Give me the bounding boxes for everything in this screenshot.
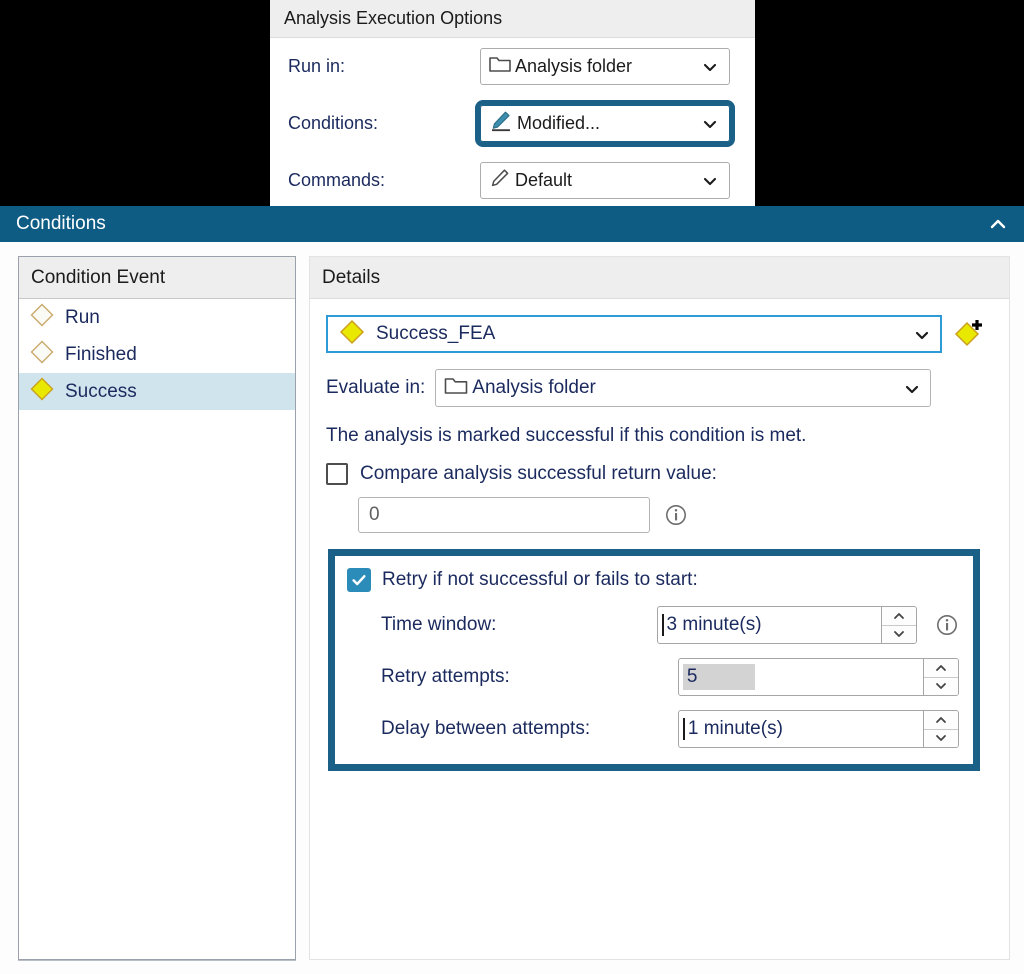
pencil-solid-icon <box>489 110 513 137</box>
retry-header-row: Retry if not successful or fails to star… <box>347 568 959 592</box>
chevron-up-icon[interactable] <box>924 711 958 729</box>
chevron-up-icon[interactable] <box>986 212 1010 236</box>
folder-icon <box>444 376 468 401</box>
chevron-down-icon[interactable] <box>703 60 717 74</box>
spinner-delay-between-attempts[interactable]: 1 minute(s) <box>677 710 959 748</box>
condition-description: The analysis is marked successful if thi… <box>326 425 807 446</box>
row-commands: Commands: Default <box>270 152 755 208</box>
diamond-yellow-icon <box>29 376 55 408</box>
label-conditions: Conditions: <box>288 113 379 133</box>
retry-label: Retry if not successful or fails to star… <box>382 569 698 590</box>
chevron-down-icon[interactable] <box>924 728 958 747</box>
label-run-in: Run in: <box>288 56 346 76</box>
list-item-label: Success <box>65 381 137 402</box>
row-delay-between-attempts: Delay between attempts: 1 minute(s) <box>347 710 959 748</box>
screenshot-root: Analysis Execution Options Run in: Analy… <box>0 0 1024 974</box>
chevron-down-icon[interactable] <box>703 117 717 131</box>
info-icon[interactable] <box>935 613 959 637</box>
return-value-row: 0 <box>326 497 991 533</box>
diamond-empty-icon <box>29 339 55 371</box>
row-conditions: Conditions: Modified... <box>270 95 755 152</box>
details-body: Success_FEA Evaluate in: Analysis folder… <box>310 299 1009 771</box>
compare-return-value-row: Compare analysis successful return value… <box>326 463 991 485</box>
list-item-label: Finished <box>65 344 137 365</box>
condition-select[interactable]: Success_FEA <box>326 315 942 353</box>
row-time-window: Time window: 3 minute(s) <box>347 606 959 644</box>
label-commands: Commands: <box>288 170 386 190</box>
diamond-empty-icon <box>29 302 55 334</box>
conditions-title: Conditions <box>16 213 106 234</box>
spinner-retry-attempts-value-wrap[interactable]: 5 <box>679 659 923 695</box>
spinner-time-window-value-wrap[interactable]: 3 minute(s) <box>658 607 881 643</box>
chevron-up-icon[interactable] <box>882 607 916 625</box>
text-caret <box>682 718 685 740</box>
spinner-time-window-value: 3 minute(s) <box>666 614 762 635</box>
row-run-in: Run in: Analysis folder <box>270 38 755 95</box>
compare-return-value-label: Compare analysis successful return value… <box>360 463 717 484</box>
return-value-input[interactable]: 0 <box>358 497 650 533</box>
condition-select-row: Success_FEA <box>326 315 991 353</box>
spinner-retry-attempts[interactable]: 5 <box>677 658 959 696</box>
spinner-retry-attempts-value: 5 <box>682 664 756 690</box>
combo-conditions-value: Modified... <box>517 113 601 133</box>
spinner-buttons <box>881 607 916 643</box>
list-item-run[interactable]: Run <box>19 299 295 336</box>
chevron-up-icon[interactable] <box>924 659 958 677</box>
diamond-yellow-icon <box>338 318 366 351</box>
spinner-buttons <box>923 659 958 695</box>
text-caret <box>661 614 664 636</box>
label-delay-between-attempts: Delay between attempts: <box>381 718 591 739</box>
condition-event-list: Condition Event Run Finished Success <box>18 256 296 960</box>
chevron-down-icon[interactable] <box>703 174 717 188</box>
analysis-execution-options-panel: Analysis Execution Options Run in: Analy… <box>270 0 755 208</box>
combo-conditions[interactable]: Modified... <box>475 100 735 147</box>
combo-run-in[interactable]: Analysis folder <box>480 48 730 85</box>
analysis-execution-options-header: Analysis Execution Options <box>270 0 755 38</box>
label-retry-attempts: Retry attempts: <box>381 666 510 687</box>
add-diamond-icon[interactable] <box>952 317 986 351</box>
condition-select-value: Success_FEA <box>376 323 496 344</box>
label-time-window: Time window: <box>381 614 497 635</box>
pencil-outline-icon <box>489 168 511 193</box>
list-item-success[interactable]: Success <box>19 373 295 410</box>
conditions-window: Conditions Condition Event Run Finished … <box>0 206 1024 974</box>
conditions-titlebar: Conditions <box>0 206 1024 242</box>
evaluate-in-label: Evaluate in: <box>326 377 426 398</box>
details-panel: Details Success_FEA Evaluate in: Analysi… <box>309 256 1010 960</box>
folder-icon <box>489 55 511 78</box>
combo-run-in-value: Analysis folder <box>515 56 633 76</box>
evaluate-in-row: Evaluate in: Analysis folder <box>326 369 991 407</box>
evaluate-in-combo[interactable]: Analysis folder <box>435 369 932 407</box>
row-retry-attempts: Retry attempts: 5 <box>347 658 959 696</box>
compare-return-value-checkbox[interactable] <box>326 463 348 485</box>
spinner-delay-value-wrap[interactable]: 1 minute(s) <box>679 711 923 747</box>
analysis-execution-options-title: Analysis Execution Options <box>284 8 503 28</box>
details-header: Details <box>310 257 1009 299</box>
evaluate-in-value: Analysis folder <box>472 377 596 398</box>
chevron-down-icon[interactable] <box>914 327 929 341</box>
combo-commands[interactable]: Default <box>480 162 730 199</box>
combo-commands-value: Default <box>515 170 573 190</box>
chevron-down-icon[interactable] <box>924 676 958 695</box>
retry-checkbox[interactable] <box>347 568 371 592</box>
retry-group: Retry if not successful or fails to star… <box>328 549 980 771</box>
condition-event-list-header: Condition Event <box>19 257 295 299</box>
spinner-buttons <box>923 711 958 747</box>
chevron-down-icon[interactable] <box>882 624 916 643</box>
list-item-label: Run <box>65 307 100 328</box>
list-item-finished[interactable]: Finished <box>19 336 295 373</box>
info-icon[interactable] <box>664 503 688 527</box>
spinner-delay-between-attempts-value: 1 minute(s) <box>687 718 783 739</box>
conditions-body: Condition Event Run Finished Success Det… <box>0 242 1024 974</box>
chevron-down-icon[interactable] <box>904 381 919 395</box>
spinner-time-window[interactable]: 3 minute(s) <box>656 606 917 644</box>
